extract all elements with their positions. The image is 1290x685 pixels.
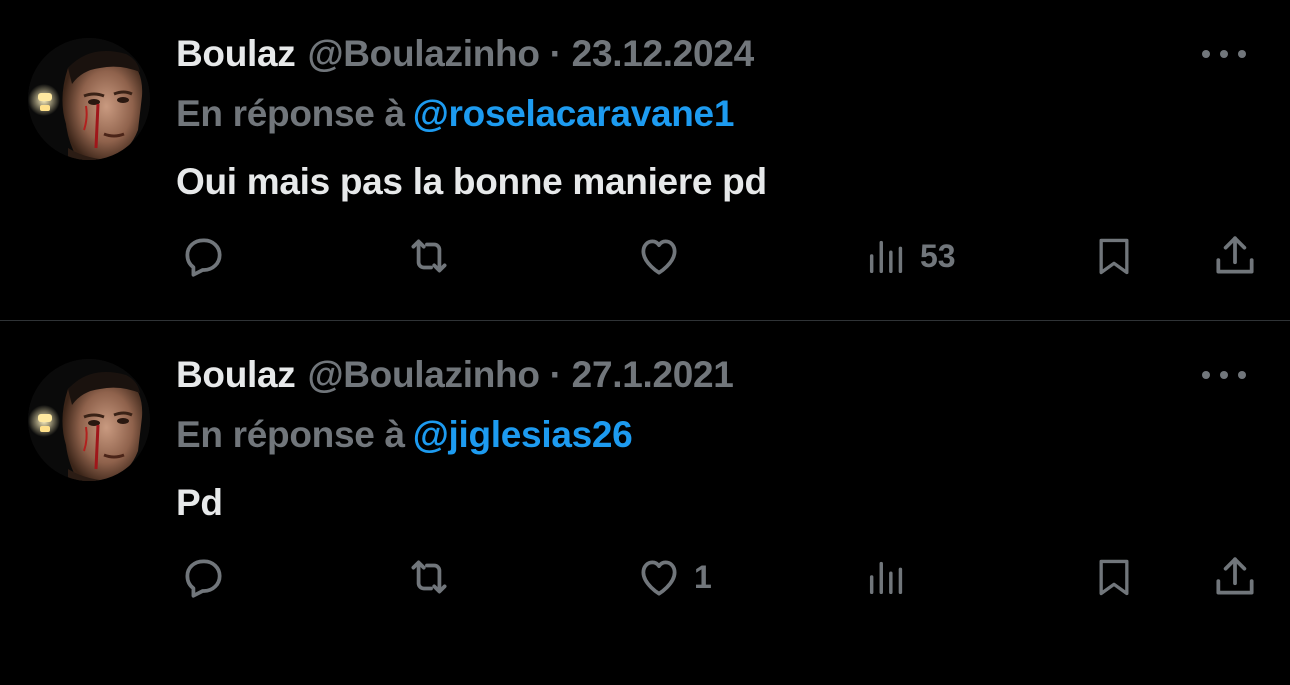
display-name[interactable]: Boulaz [176, 351, 296, 399]
separator-dot: · [549, 33, 562, 74]
share-button[interactable] [1210, 228, 1260, 284]
tweet[interactable]: Boulaz @Boulazinho · 23.12.2024 En répon… [0, 0, 1290, 320]
reply-button[interactable] [178, 228, 228, 284]
reply-prefix: En réponse à [176, 93, 405, 134]
retweet-button[interactable] [404, 549, 454, 605]
tweet-date[interactable]: 27.1.2021 [572, 351, 734, 399]
retweet-icon [404, 552, 454, 602]
action-bar: 53 [0, 228, 1290, 284]
likes-count: 1 [694, 558, 712, 595]
user-handle[interactable]: @Boulazinho [307, 351, 539, 399]
like-icon [634, 552, 684, 602]
reply-button[interactable] [178, 549, 228, 605]
tweet-header: Boulaz @Boulazinho · 27.1.2021 [176, 351, 734, 399]
retweet-icon [404, 231, 454, 281]
reply-target-link[interactable]: @jiglesias26 [413, 414, 633, 455]
share-icon [1210, 231, 1260, 281]
like-button[interactable] [634, 228, 684, 284]
reply-icon [178, 552, 228, 602]
reply-context: En réponse à @roselacaravane1 [176, 90, 734, 138]
reply-icon [178, 231, 228, 281]
tweet-header: Boulaz @Boulazinho · 23.12.2024 [176, 30, 754, 78]
views-button[interactable]: 53 [864, 228, 956, 284]
more-icon[interactable] [1202, 44, 1246, 64]
tweet-text: Oui mais pas la bonne maniere pd [176, 161, 767, 202]
separator-dot: · [549, 354, 562, 395]
views-icon [864, 231, 910, 281]
reply-prefix: En réponse à [176, 414, 405, 455]
tweet[interactable]: Boulaz @Boulazinho · 27.1.2021 En répons… [0, 321, 1290, 641]
like-icon [634, 231, 684, 281]
bookmark-button[interactable] [1092, 228, 1136, 284]
views-icon [864, 552, 910, 602]
views-button[interactable] [864, 549, 910, 605]
tweet-text: Pd [176, 482, 223, 523]
avatar[interactable] [28, 38, 150, 160]
views-count: 53 [920, 237, 956, 274]
avatar[interactable] [28, 359, 150, 481]
action-bar: 1 [0, 549, 1290, 605]
reply-context: En réponse à @jiglesias26 [176, 411, 633, 459]
more-icon[interactable] [1202, 365, 1246, 385]
share-icon [1210, 552, 1260, 602]
display-name[interactable]: Boulaz [176, 30, 296, 78]
bookmark-icon [1092, 231, 1136, 281]
bookmark-button[interactable] [1092, 549, 1136, 605]
like-button[interactable]: 1 [634, 549, 712, 605]
bookmark-icon [1092, 552, 1136, 602]
tweet-date[interactable]: 23.12.2024 [572, 30, 754, 78]
reply-target-link[interactable]: @roselacaravane1 [413, 93, 735, 134]
share-button[interactable] [1210, 549, 1260, 605]
user-handle[interactable]: @Boulazinho [307, 30, 539, 78]
retweet-button[interactable] [404, 228, 454, 284]
